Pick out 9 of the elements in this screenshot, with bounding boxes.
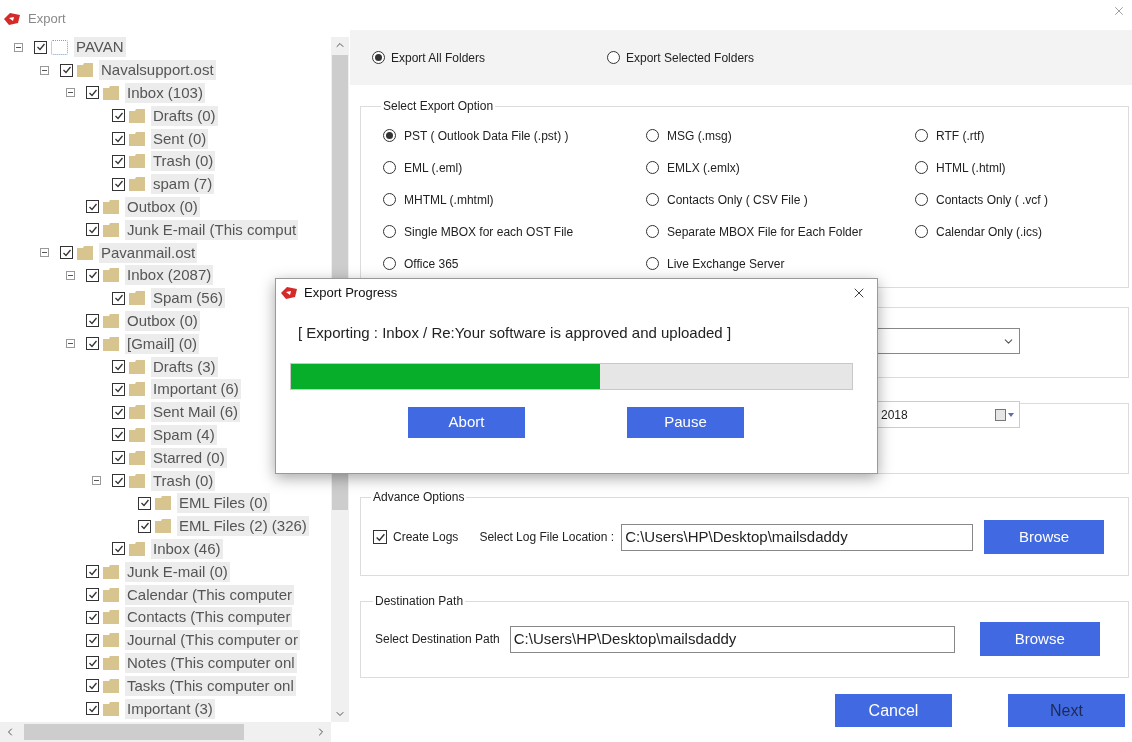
group-label: Destination Path xyxy=(374,593,465,610)
window-title: Export xyxy=(28,9,66,28)
group-label: Advance Options xyxy=(372,489,466,506)
field-label: Select Destination Path xyxy=(375,631,500,648)
group-label: Select Export Option xyxy=(382,98,495,115)
dialog-title: Export Progress xyxy=(304,284,398,303)
progress-message: [ Exporting : Inbox / Re:Your software is approved and uploaded ] xyxy=(298,323,733,343)
date-value: 2018 xyxy=(881,406,909,424)
field-label: Select Log File Location : xyxy=(479,529,615,546)
